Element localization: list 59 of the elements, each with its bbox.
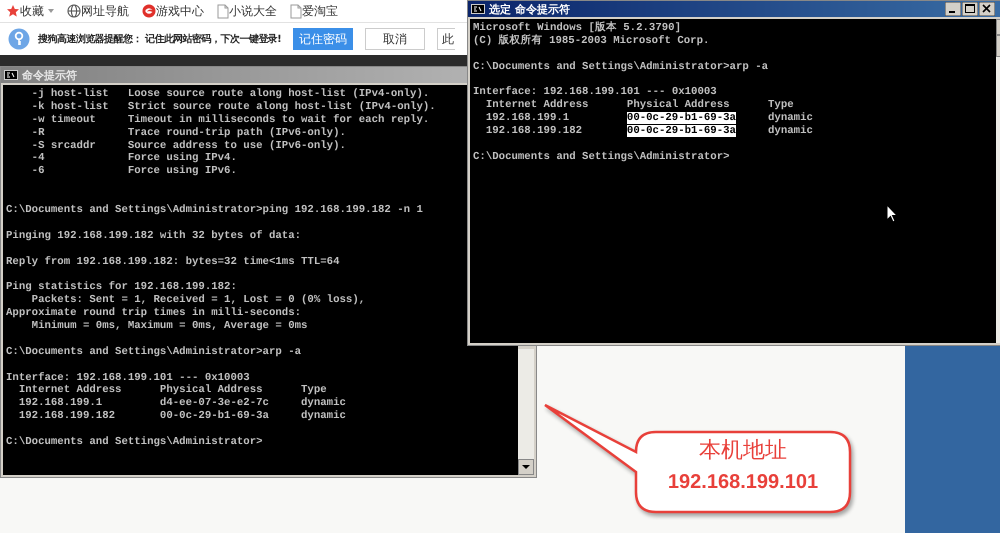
console-text: -k host-list Strict source route along host-list (IPv4-only). — [30, 100, 436, 114]
bookmark-link[interactable]: 游戏中心 — [156, 2, 204, 20]
globe-icon — [67, 4, 81, 18]
console-text: 192.168.199.1 — [486, 112, 570, 124]
console-text: Minimum = 0ms, Maximum = 0ms, Average = 0ms — [30, 320, 308, 333]
console-text: -S srcaddr Source address to use (IPv6-only). — [30, 140, 346, 152]
key-icon — [8, 28, 30, 50]
notification-message: 搜狗高速浏览器提醒您： 记住此网站密码，下次一键登录! — [38, 32, 282, 46]
console-text: Microsoft Windows [版本 5.2.3790] — [473, 22, 681, 34]
star-icon — [6, 4, 20, 18]
notification-button[interactable]: 取消 — [365, 28, 426, 50]
console-text: -R Trace round-trip path (IPv6-only). — [30, 126, 346, 140]
selected-text: 00-0c-29-b1-69-3a — [626, 125, 736, 138]
console-text: 192.168.199.1 d4-ee-07-3e-e2-7c dynamic — [18, 397, 346, 410]
console-text: -j host-list Loose source route along host-list (IPv4-only). — [30, 88, 430, 101]
bookmark-link[interactable]: 爱淘宝 — [302, 2, 338, 20]
console-text: 192.168.199.182 00-0c-29-b1-69-3a dynamic — [18, 410, 346, 424]
callout-title: 本机地址 — [699, 438, 787, 464]
bookmark-link[interactable]: 小说大全 — [229, 2, 277, 20]
bookmark-link[interactable]: 收藏 — [20, 2, 44, 20]
console-text: Packets: Sent = 1, Received = 1, Lost = 0 (0% loss), — [30, 294, 366, 307]
console-text: C:\Documents and Settings\Administrator>arp -a — [473, 60, 768, 74]
bookmark-link[interactable]: 网址导航 — [81, 2, 129, 20]
caret-icon[interactable] — [48, 9, 54, 13]
console-text: (C) 版权所有 1985-2003 Microsoft Corp. — [473, 34, 710, 48]
console-icon — [4, 70, 18, 80]
console-text: C:\Documents and Settings\Administrator> — [473, 150, 730, 164]
minimize-button[interactable] — [945, 2, 961, 16]
console-text: Interface: 192.168.199.101 --- 0x10003 — [6, 372, 250, 384]
console-text: dynamic — [768, 112, 813, 124]
window-mode-label: 选定 — [489, 2, 511, 16]
game-icon — [142, 4, 156, 18]
console-text: C:\Documents and Settings\Administrator>arp -a — [6, 346, 302, 359]
console-text: C:\Documents and Settings\Administrator> — [6, 436, 263, 449]
console-text: Internet Address Physical Address Type — [18, 384, 327, 397]
console-text: Internet Address Physical Address Type — [484, 99, 794, 112]
page-icon — [217, 4, 229, 18]
console-text: Pinging 192.168.199.182 with 32 bytes of data: — [6, 230, 302, 243]
mouse-cursor-icon — [886, 204, 898, 223]
maximize-button[interactable] — [962, 2, 978, 16]
window-title: 命令提示符 — [22, 68, 77, 82]
console-text: -w timeout Timeout in milliseconds to wait for each reply. — [30, 114, 430, 127]
console-text: Interface: 192.168.199.101 --- 0x10003 — [473, 86, 717, 99]
console-text: Reply from 192.168.199.182: bytes=32 time<1ms TTL=64 — [6, 256, 340, 268]
console-text: -4 Force using IPv4. — [30, 152, 237, 165]
console-text: 192.168.199.182 — [486, 125, 582, 138]
scroll-down-button[interactable] — [518, 459, 534, 475]
console-text: C:\Documents and Settings\Administrator>ping 192.168.199.182 -n 1 — [6, 204, 423, 217]
window-title: 命令提示符 — [515, 2, 570, 16]
console-icon — [471, 4, 485, 14]
callout-address: 192.168.199.101 — [668, 470, 818, 494]
page-icon — [290, 4, 302, 18]
selected-text: 00-0c-29-b1-69-3a — [626, 112, 736, 124]
console-text: dynamic — [768, 125, 813, 138]
notification-button[interactable]: 此 — [437, 28, 456, 50]
close-button[interactable] — [979, 2, 995, 16]
console-text: -6 Force using IPv6. — [30, 165, 237, 178]
console-text: Approximate round trip times in milli-seconds: — [6, 307, 302, 320]
console-text: Ping statistics for 192.168.199.182: — [6, 281, 237, 294]
